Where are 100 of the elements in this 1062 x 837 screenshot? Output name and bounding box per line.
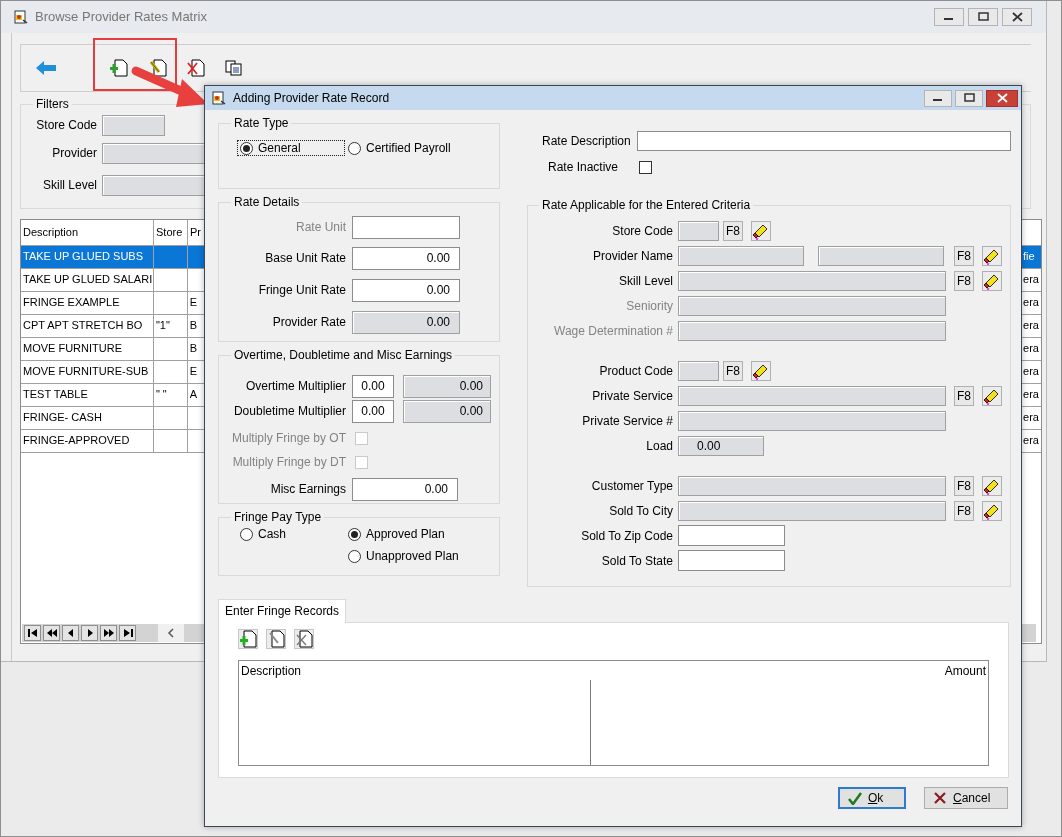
table-cell: era [1023,434,1039,448]
lookup-button[interactable]: F8 [954,245,974,266]
input-field[interactable] [818,245,944,266]
maximize-button[interactable] [968,8,998,26]
table-cell: " " [155,388,167,402]
field-label: Private Service # [581,413,673,429]
table-cell: fie [1023,250,1035,264]
input-field[interactable]: 0.00 [678,435,764,456]
input-field[interactable] [678,500,946,521]
next-page-button[interactable] [100,625,117,641]
previous-record-button[interactable] [62,625,79,641]
clear-button[interactable] [982,500,1002,521]
back-arrow-button[interactable] [36,61,56,75]
input-field[interactable] [678,525,785,547]
table-cell: FRINGE EXAMPLE [23,296,120,310]
radio-option[interactable]: Approved Plan [345,526,462,543]
input-field: 0.00 [403,400,491,423]
field-label: Rate Description [542,133,631,149]
lookup-button[interactable]: F8 [723,220,743,241]
lookup-button[interactable]: F8 [954,270,974,291]
clear-button[interactable] [982,245,1002,266]
input-field[interactable] [636,131,1011,151]
field-label: Doubletime Multiplier [232,404,346,419]
input-field[interactable] [678,360,719,381]
input-field[interactable] [678,385,946,406]
scroll-left-button[interactable] [158,624,184,642]
edit-document-button[interactable] [149,59,167,77]
checkbox-label: Multiply Fringe by OT [230,431,346,446]
edit-document-icon [267,630,285,649]
maximize-icon [977,12,989,22]
chevron-left-icon [167,628,175,638]
close-icon [996,93,1008,103]
group-title: Rate Applicable for the Entered Criteria [541,198,752,213]
clear-button[interactable] [751,220,771,241]
delete-record-button[interactable] [294,629,314,650]
input-field: 0.00 [403,375,491,398]
delete-document-button[interactable] [187,59,205,77]
radio-option[interactable]: General [237,140,345,157]
previous-page-icon [45,627,58,639]
next-record-button[interactable] [81,625,98,641]
clear-button[interactable] [982,385,1002,406]
input-field[interactable]: 0.00 [352,375,394,398]
input-field[interactable]: 0.00 [352,247,460,270]
table-cell: MOVE FURNITURE-SUB [23,365,149,379]
lookup-button[interactable]: F8 [954,475,974,496]
check-icon [848,791,862,806]
cancel-button[interactable]: Cancel [924,787,1008,810]
field-label: Fringe Unit Rate [257,283,346,298]
input-field[interactable] [678,410,946,431]
back-arrow-icon [36,61,56,75]
previous-page-button[interactable] [43,625,60,641]
input-field[interactable]: 0.00 [352,311,460,334]
input-field[interactable] [678,270,946,291]
radio-option[interactable]: Cash [237,526,345,543]
field-label: Sold To City [608,503,673,519]
group-title: Rate Type [233,116,290,130]
close-button[interactable] [1002,8,1032,26]
input-field[interactable] [678,220,719,241]
input-field[interactable] [678,475,946,496]
lookup-button[interactable]: F8 [954,500,974,521]
maximize-button[interactable] [955,89,983,107]
input-field[interactable] [678,550,785,572]
field-label: Rate Unit [294,220,346,235]
last-record-button[interactable] [119,625,136,641]
clear-button[interactable] [982,270,1002,291]
minimize-button[interactable] [924,89,952,107]
new-document-button[interactable] [110,59,128,77]
group-title: Fringe Pay Type [233,510,323,524]
table-cell: MOVE FURNITURE [23,342,122,356]
radio-option[interactable]: Certified Payroll [345,140,454,157]
table-cell: B [189,342,198,356]
edit-record-button[interactable] [266,629,286,650]
input-field[interactable]: 0.00 [352,279,460,302]
lookup-button[interactable]: F8 [723,360,743,381]
input-field[interactable] [102,114,165,136]
checkbox[interactable] [639,160,653,174]
copy-documents-button[interactable] [225,59,243,77]
close-icon [1011,12,1023,22]
first-record-button[interactable] [24,625,41,641]
tab[interactable]: Enter Fringe Records [218,599,347,624]
lookup-button[interactable]: F8 [954,385,974,406]
input-field[interactable]: 0.00 [352,477,458,501]
table-cell: era [1023,319,1039,333]
clear-button[interactable] [982,475,1002,496]
minimize-button[interactable] [934,8,964,26]
add-record-button[interactable] [238,629,258,650]
radio-option[interactable]: Unapproved Plan [345,548,462,565]
column-header: Amount [944,664,986,679]
field-label: Provider Name [591,248,673,264]
close-button[interactable] [986,89,1018,107]
clear-button[interactable] [751,360,771,381]
input-field[interactable] [678,245,804,266]
field-label: Private Service [591,388,673,404]
delete-document-icon [187,59,205,77]
table-cell: CPT APT STRETCH BO [23,319,143,333]
table-cell: era [1023,388,1039,402]
table-cell: era [1023,342,1039,356]
app-icon [13,10,29,24]
ok-button[interactable]: Ok [838,787,906,810]
input-field[interactable]: 0.00 [352,400,394,423]
